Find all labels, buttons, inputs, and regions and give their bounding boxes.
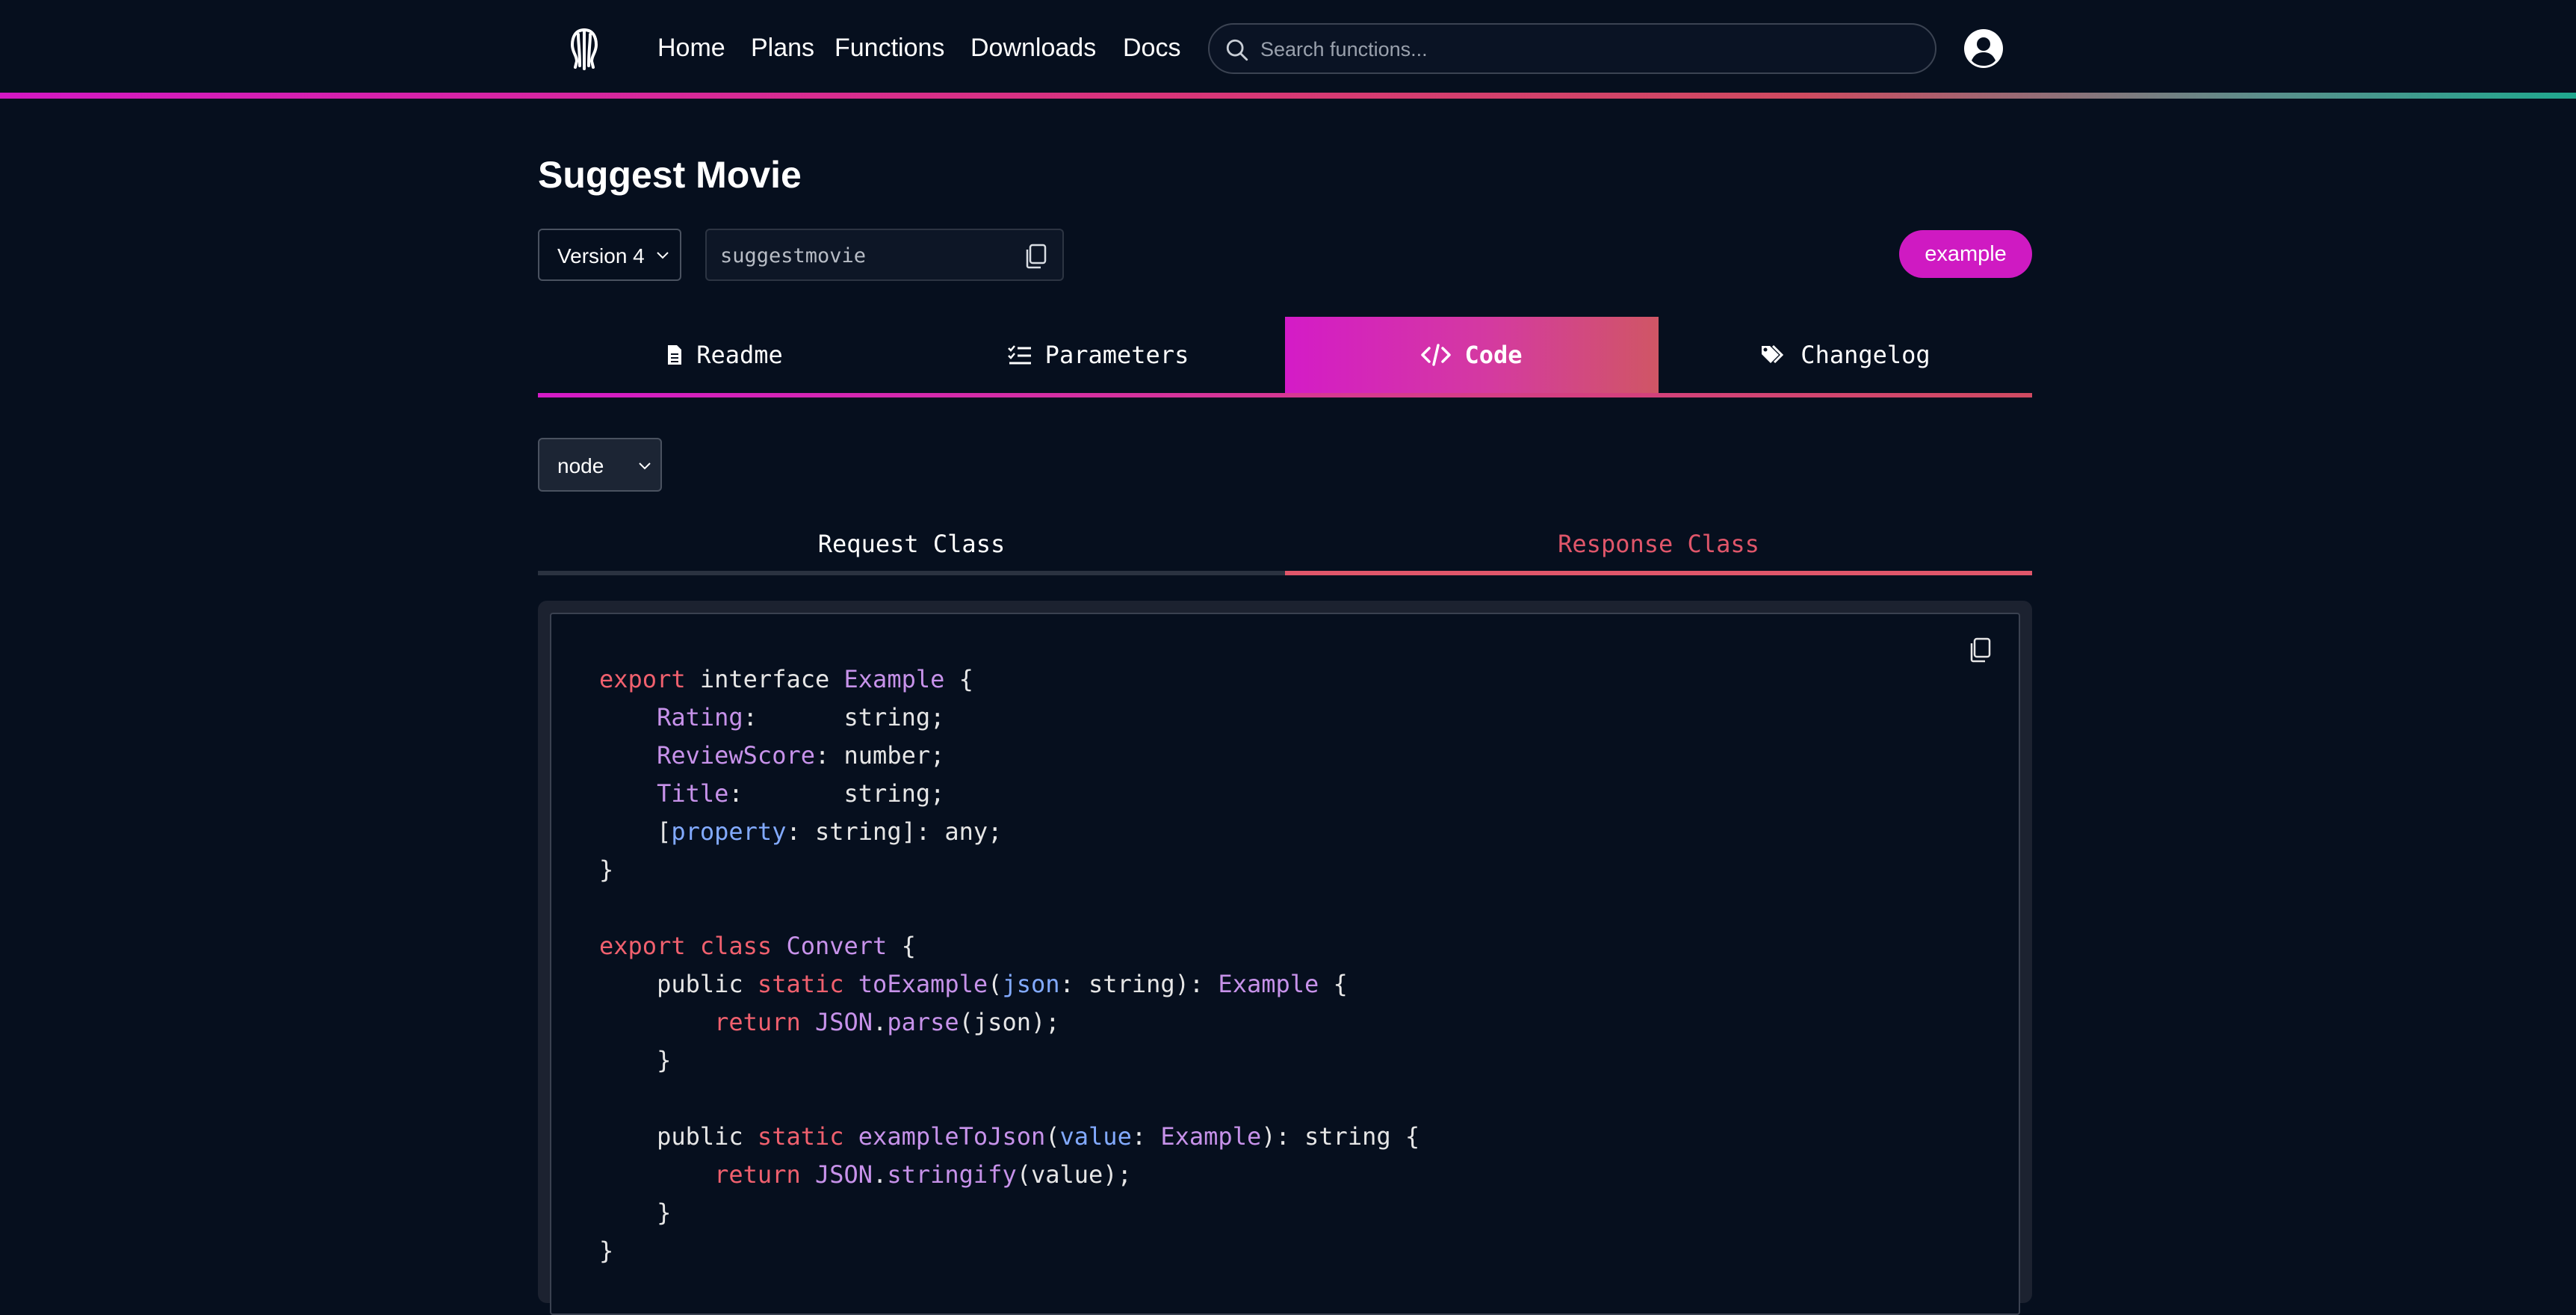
search-icon (1226, 39, 1248, 61)
search-bar (1208, 23, 1936, 74)
page-title: Suggest Movie (538, 154, 802, 196)
tab-readme[interactable]: Readme (538, 317, 911, 393)
header-gradient-divider (0, 93, 2576, 99)
tabs-underline (538, 393, 2032, 397)
code-line: Rating: string; (657, 703, 945, 731)
code-line: return JSON.parse(json); (714, 1008, 1060, 1036)
nav-home-link[interactable]: Home (657, 33, 725, 63)
user-avatar-icon[interactable] (1963, 28, 2004, 69)
code-line: public static exampleToJson(value: Examp… (599, 1122, 1420, 1151)
tab-code[interactable]: Code (1285, 317, 1659, 393)
tab-request-class[interactable]: Request Class (538, 523, 1285, 575)
version-select-value: Version 4 (557, 244, 645, 267)
top-navbar: Home Plans Functions Downloads Docs (0, 0, 2576, 93)
tab-parameters[interactable]: Parameters (911, 317, 1285, 393)
code-line: } (599, 1237, 614, 1265)
code-panel: export interface Example { Rating: strin… (538, 601, 2032, 1315)
version-select[interactable]: Version 4 (538, 229, 681, 281)
code-line: [property: string]: any; (599, 817, 1003, 846)
tab-readme-label: Readme (696, 341, 783, 369)
function-slug-text: suggestmovie (720, 244, 867, 267)
tag-badge[interactable]: example (1899, 230, 2032, 278)
nav-functions-link[interactable]: Functions (835, 33, 944, 63)
tags-icon (1760, 344, 1787, 366)
code-text: export interface Example { Rating: strin… (599, 660, 1419, 1270)
function-tabs: Readme Parameters Code Changelog (538, 317, 2032, 397)
copy-icon[interactable] (1024, 244, 1047, 269)
tab-code-label: Code (1464, 341, 1523, 369)
logo-icon[interactable] (562, 22, 607, 72)
nav-downloads-link[interactable]: Downloads (970, 33, 1096, 63)
code-line: export class Convert { (599, 932, 916, 960)
tab-parameters-label: Parameters (1044, 341, 1189, 369)
code-block: export interface Example { Rating: strin… (550, 613, 2020, 1315)
tab-changelog-label: Changelog (1801, 341, 1931, 369)
code-line: public static toExample(json: string): E… (599, 970, 1348, 998)
code-line: } (657, 1198, 672, 1227)
tab-response-class[interactable]: Response Class (1285, 523, 2032, 575)
document-icon (666, 344, 683, 366)
language-select[interactable]: node (538, 438, 662, 492)
checklist-icon (1007, 344, 1032, 365)
code-line: Title: string; (657, 779, 945, 808)
language-select-value: node (557, 454, 604, 477)
code-line: ReviewScore: number; (657, 741, 945, 770)
nav-docs-link[interactable]: Docs (1123, 33, 1180, 63)
copy-code-icon[interactable] (1968, 637, 1992, 663)
code-line: } (657, 1046, 672, 1074)
code-icon (1421, 343, 1452, 367)
code-line: export interface Example { (599, 665, 973, 693)
chevron-down-icon (657, 252, 669, 259)
chevron-down-icon (639, 462, 651, 470)
function-slug-field: suggestmovie (705, 229, 1064, 281)
tab-changelog[interactable]: Changelog (1659, 317, 2032, 393)
code-line: return JSON.stringify(value); (714, 1160, 1132, 1189)
nav-plans-link[interactable]: Plans (751, 33, 814, 63)
search-input[interactable] (1260, 34, 1918, 65)
code-line: } (599, 855, 614, 884)
